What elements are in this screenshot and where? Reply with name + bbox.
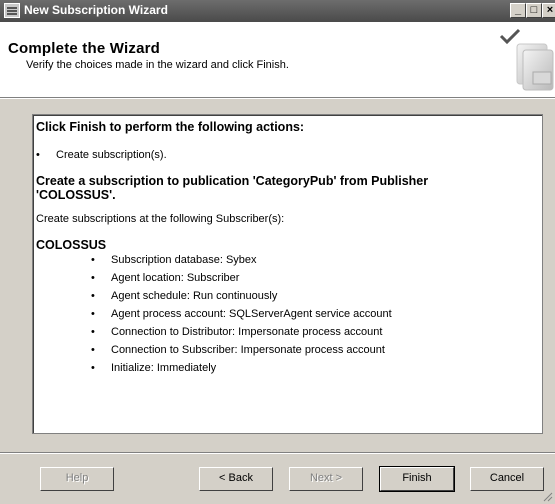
summary-heading: Click Finish to perform the following ac…	[36, 120, 305, 134]
subscribers-intro: Create subscriptions at the following Su…	[36, 213, 285, 225]
detail-item: Initialize: Immediately	[111, 362, 217, 374]
summary-panel[interactable]: Click Finish to perform the following ac…	[32, 114, 543, 434]
back-button[interactable]: < Back	[199, 467, 273, 491]
publication-line-continued: 'COLOSSUS'.	[36, 188, 116, 202]
title-bar[interactable]: New Subscription Wizard _ □ ×	[0, 0, 555, 22]
bullet-icon: •	[36, 149, 40, 161]
detail-item: Agent process account: SQLServerAgent se…	[111, 308, 392, 320]
bullet-icon: •	[91, 344, 95, 356]
resize-grip-icon[interactable]	[543, 492, 553, 502]
detail-item: Agent location: Subscriber	[111, 272, 240, 284]
bullet-icon: •	[91, 362, 95, 374]
finish-button[interactable]: Finish	[379, 466, 455, 492]
action-item: Create subscription(s).	[56, 149, 167, 161]
bullet-icon: •	[91, 290, 95, 302]
subscriber-name: COLOSSUS	[36, 238, 107, 252]
bullet-icon: •	[91, 326, 95, 338]
page-subtitle: Verify the choices made in the wizard an…	[26, 59, 289, 71]
maximize-button[interactable]: □	[526, 3, 542, 18]
help-button[interactable]: Help	[40, 467, 114, 491]
bullet-icon: •	[91, 254, 95, 266]
detail-item: Connection to Distributor: Impersonate p…	[111, 326, 383, 338]
detail-item: Connection to Subscriber: Impersonate pr…	[111, 344, 385, 356]
next-button[interactable]: Next >	[289, 467, 363, 491]
publication-line: Create a subscription to publication 'Ca…	[36, 174, 429, 188]
bullet-icon: •	[91, 308, 95, 320]
app-icon	[4, 3, 20, 18]
wizard-checkmark-icon	[499, 28, 554, 91]
detail-item: Subscription database: Sybex	[111, 254, 257, 266]
bullet-icon: •	[91, 272, 95, 284]
header-divider	[0, 97, 555, 99]
detail-item: Agent schedule: Run continuously	[111, 290, 278, 302]
close-button[interactable]: ×	[542, 3, 555, 18]
minimize-button[interactable]: _	[510, 3, 526, 18]
cancel-button[interactable]: Cancel	[470, 467, 544, 491]
footer-divider	[0, 452, 555, 454]
wizard-window: New Subscription Wizard _ □ × Complete t…	[0, 0, 555, 504]
wizard-header: Complete the Wizard Verify the choices m…	[0, 22, 555, 97]
page-title: Complete the Wizard	[8, 40, 161, 57]
window-title: New Subscription Wizard	[24, 3, 168, 17]
